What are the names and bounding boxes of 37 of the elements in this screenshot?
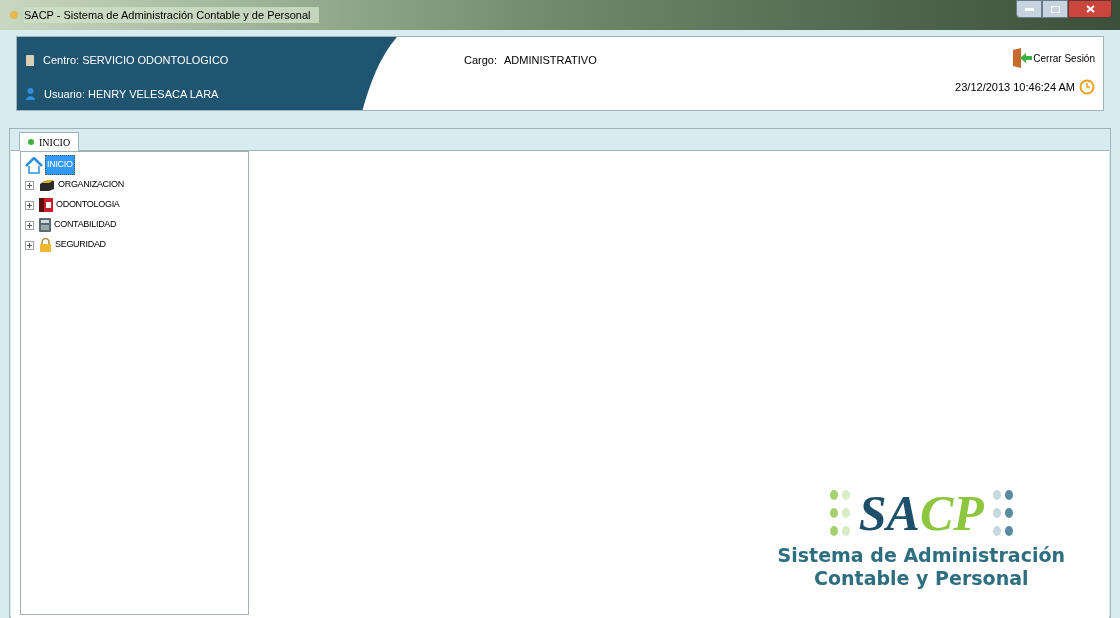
maximize-button[interactable] (1042, 0, 1068, 18)
close-icon (1085, 5, 1095, 13)
tree-item[interactable]: SEGURIDAD (54, 238, 107, 252)
tree-item[interactable]: CONTABILIDAD (53, 218, 118, 232)
cargo-value: ADMINISTRATIVO (504, 53, 597, 68)
expander-icon[interactable] (25, 220, 34, 230)
window-title: SACP - Sistema de Administración Contable y de Personal (24, 6, 319, 24)
clock-icon (1079, 79, 1095, 96)
logo-tagline: Contable y Personal (814, 567, 1029, 591)
maximize-icon (1050, 5, 1060, 13)
usuario-label: Usuario: HENRY VELESACA LARA (44, 86, 219, 102)
close-button[interactable] (1068, 0, 1112, 18)
tab[interactable]: INICIO (19, 132, 80, 151)
status-dot-icon (28, 139, 34, 145)
minimize-icon (1024, 7, 1034, 11)
door-arrow-icon (1012, 48, 1033, 68)
calculator-icon (39, 218, 51, 232)
briefcase-icon (39, 179, 55, 191)
logo-wordmark: SACP (858, 487, 984, 538)
expander-icon[interactable] (25, 240, 34, 250)
user-icon (26, 87, 35, 100)
app-icon (8, 9, 20, 21)
tree-item[interactable]: ORGANIZACION (57, 178, 125, 192)
cargo-label: Cargo: (464, 53, 498, 68)
house-icon (25, 156, 43, 174)
logo-tagline: Sistema de Administración (777, 543, 1065, 568)
expander-icon[interactable] (25, 180, 34, 190)
dots-icon (828, 487, 851, 538)
logout-button[interactable]: Cerrar Sesión (1012, 48, 1095, 68)
expander-icon[interactable] (25, 200, 34, 210)
building-icon (26, 54, 34, 66)
datetime-label: 23/12/2013 10:46:24 AM (955, 80, 1075, 95)
tree-item[interactable]: ODONTOLOGIA (55, 198, 121, 212)
centro-label: Centro: SERVICIO ODONTOLOGICO (43, 53, 229, 68)
minimize-button[interactable] (1016, 0, 1042, 18)
padlock-icon (39, 238, 52, 252)
dots-icon (991, 487, 1014, 538)
